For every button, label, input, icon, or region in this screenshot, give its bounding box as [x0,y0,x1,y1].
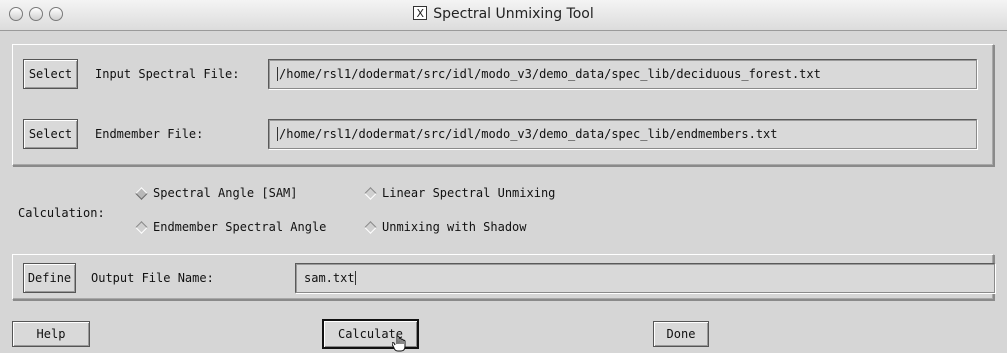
radio-linear-spectral-unmixing[interactable]: Linear Spectral Unmixing [363,186,555,200]
text-caret [277,127,278,141]
input-files-panel: Select Input Spectral File: /home/rsl1/d… [12,44,994,166]
select-endmember-file-button[interactable]: Select [23,119,78,149]
hand-cursor-icon [392,335,406,352]
text-caret [277,67,278,81]
output-file-field[interactable]: sam.txt [295,263,995,293]
spectral-unmixing-window: X Spectral Unmixing Tool Select Input Spe… [0,0,1007,353]
radio-label: Endmember Spectral Angle [153,220,327,234]
radio-unselected-icon [364,220,377,234]
help-button[interactable]: Help [12,321,90,347]
window-title-area: X Spectral Unmixing Tool [0,6,1007,22]
select-input-file-button[interactable]: Select [23,59,78,89]
calculation-label: Calculation: [18,206,105,220]
input-file-field[interactable]: /home/rsl1/dodermat/src/idl/modo_v3/demo… [268,59,977,89]
title-bar: X Spectral Unmixing Tool [0,0,1007,31]
radio-label: Linear Spectral Unmixing [382,186,556,200]
input-file-value: /home/rsl1/dodermat/src/idl/modo_v3/demo… [279,67,821,81]
define-output-button[interactable]: Define [23,263,76,293]
radio-unselected-icon [364,186,377,200]
radio-label: Unmixing with Shadow [382,220,527,234]
x11-icon: X [413,6,428,20]
output-file-value: sam.txt [304,271,355,285]
radio-unselected-icon [135,220,148,234]
radio-unmixing-with-shadow[interactable]: Unmixing with Shadow [363,220,527,234]
text-caret [354,271,356,285]
radio-selected-icon [135,186,148,200]
done-button[interactable]: Done [653,321,709,347]
output-panel: Define Output File Name: sam.txt [12,254,995,300]
endmember-file-field[interactable]: /home/rsl1/dodermat/src/idl/modo_v3/demo… [268,119,977,149]
radio-spectral-angle-sam[interactable]: Spectral Angle [SAM] [134,186,298,200]
output-file-label: Output File Name: [91,271,214,285]
window-title: Spectral Unmixing Tool [433,6,594,22]
radio-label: Spectral Angle [SAM] [153,186,298,200]
input-file-label: Input Spectral File: [95,67,240,81]
endmember-file-value: /home/rsl1/dodermat/src/idl/modo_v3/demo… [279,127,778,141]
radio-endmember-spectral-angle[interactable]: Endmember Spectral Angle [134,220,326,234]
endmember-file-label: Endmember File: [95,127,204,141]
